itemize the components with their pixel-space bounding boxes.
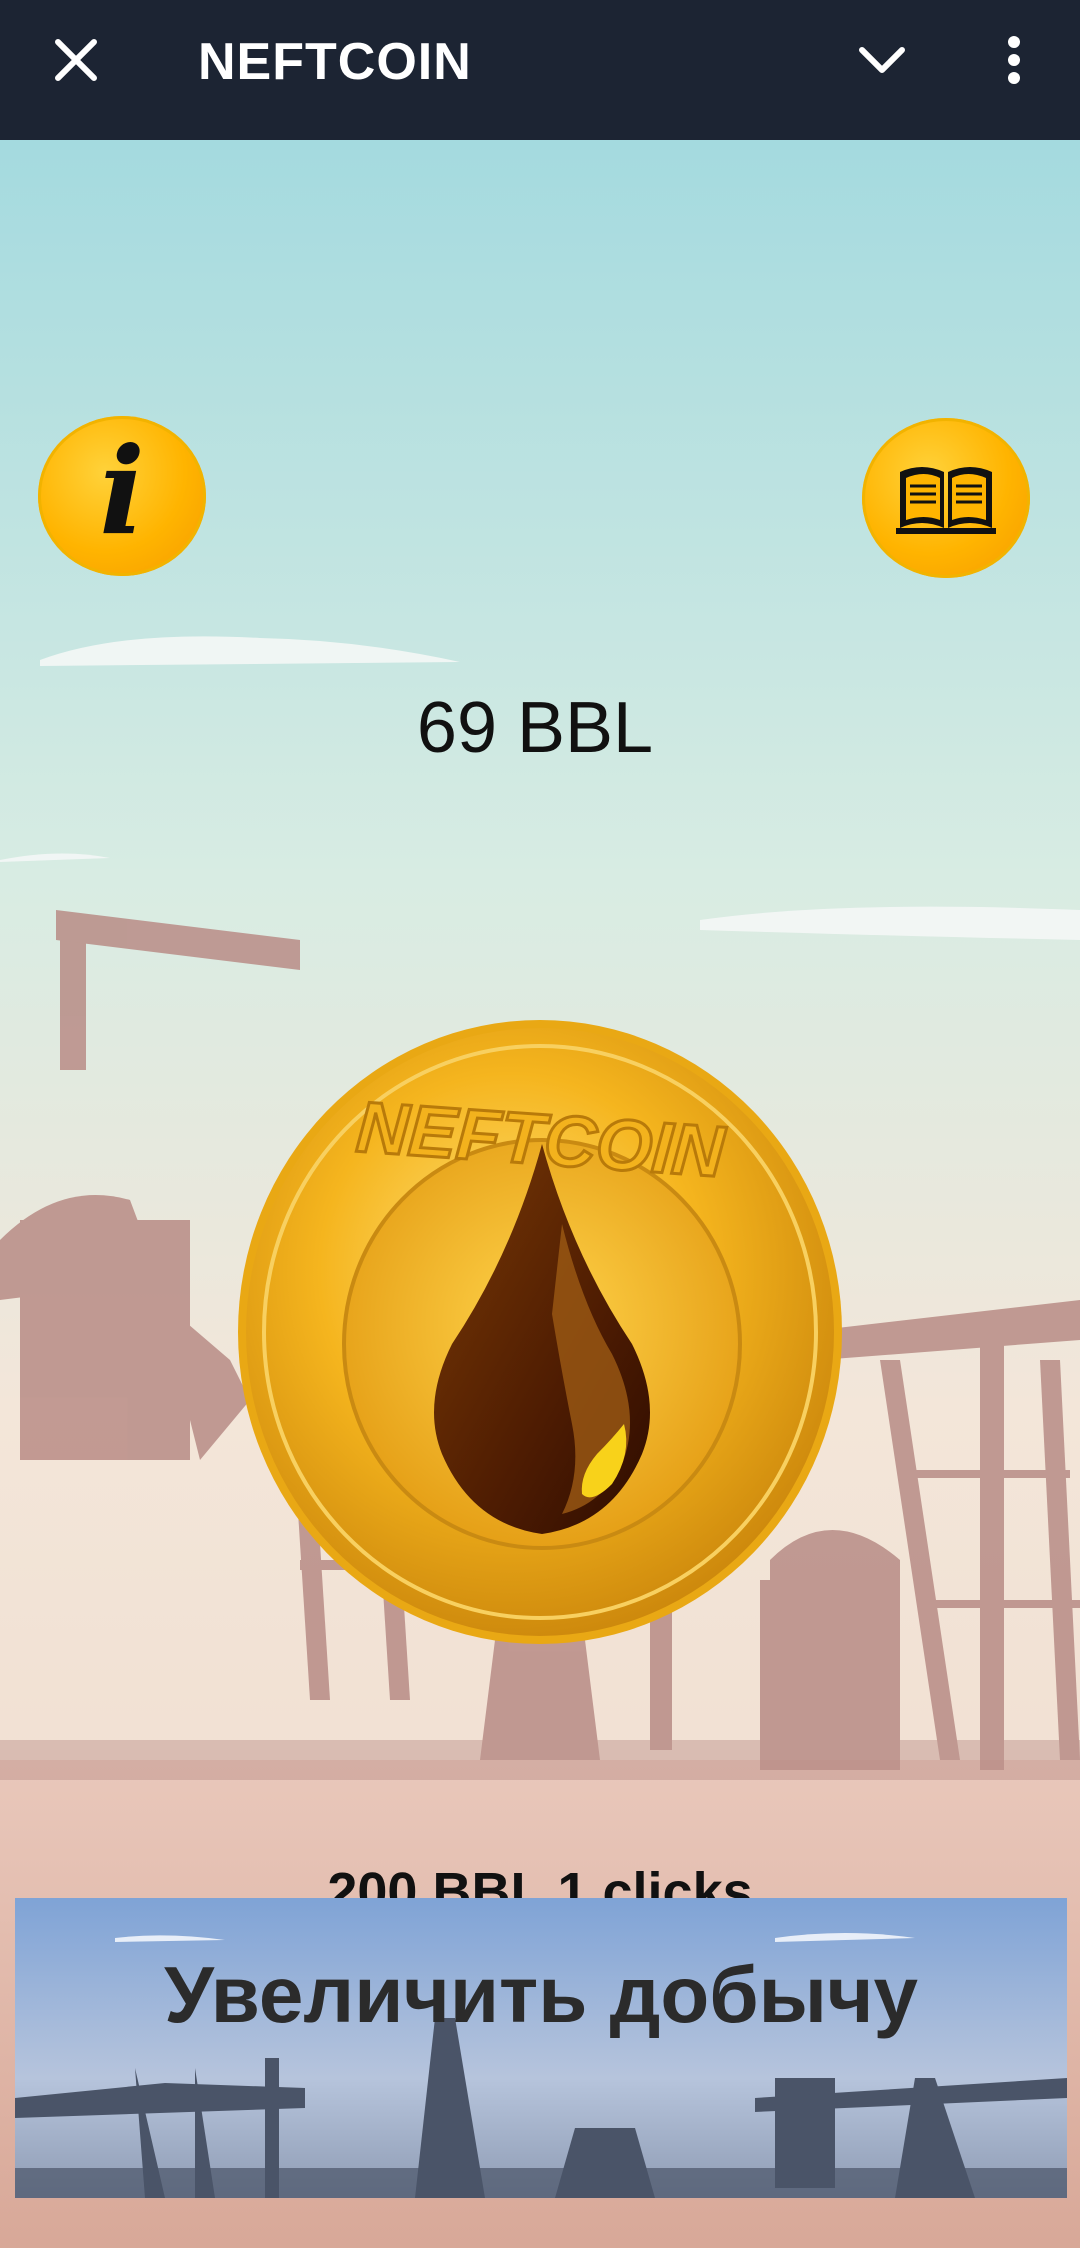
coin-tap-button[interactable]: NEFTCOIN [232,1014,848,1650]
book-icon [896,467,996,534]
book-button[interactable] [862,418,1030,578]
close-icon[interactable] [44,28,108,92]
app-title: NEFTCOIN [198,33,472,91]
balance-display: 69 BBL [416,688,654,768]
more-vert-icon[interactable] [990,28,1038,92]
info-button[interactable]: i [38,416,206,576]
chevron-down-icon[interactable] [852,30,912,90]
info-icon: i [99,421,145,562]
app-bar: NEFTCOIN [0,0,1080,140]
boost-button-label: Увеличить добычу [164,1950,918,2039]
boost-production-button[interactable]: Увеличить добычу [15,1898,1067,2198]
